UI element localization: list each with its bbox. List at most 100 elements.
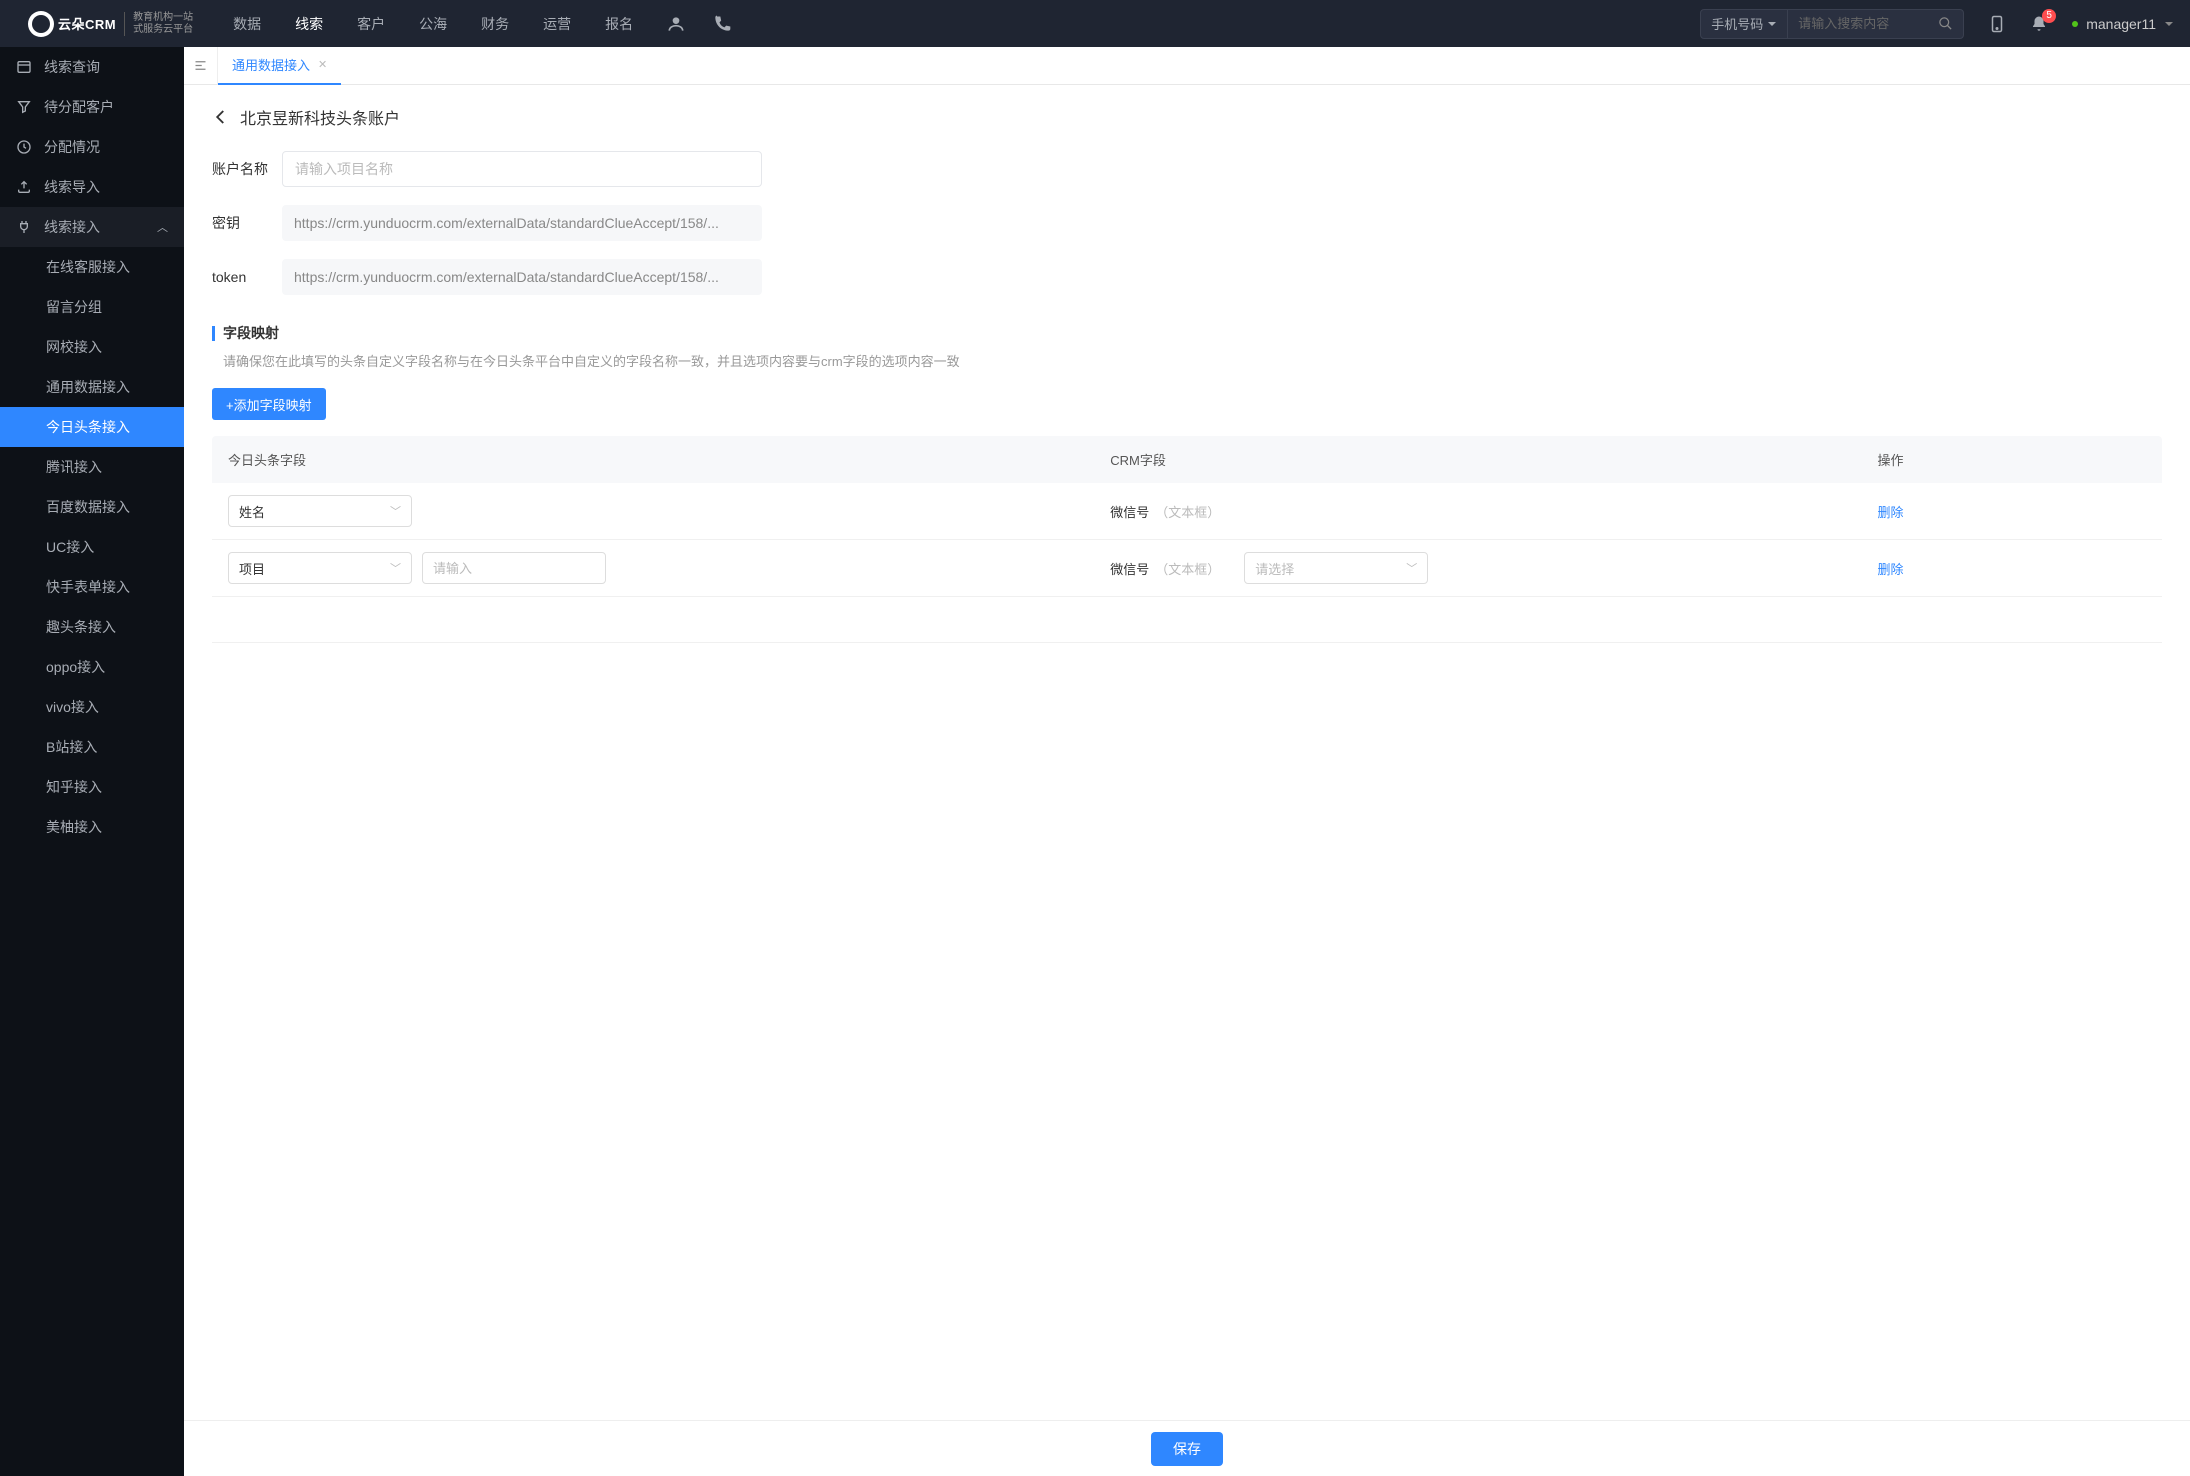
sidebar-subitem[interactable]: vivo接入 [0, 687, 184, 727]
top-nav-item[interactable]: 线索 [295, 14, 323, 34]
search-input[interactable] [1788, 16, 1928, 31]
token-label: token [212, 269, 282, 285]
crm-field-hint: （文本框） [1155, 502, 1220, 521]
sidebar-subitem[interactable]: 百度数据接入 [0, 487, 184, 527]
sidebar-subitem[interactable]: 美柚接入 [0, 807, 184, 847]
search-box: 手机号码 [1700, 9, 1964, 39]
sidebar-subitem[interactable]: 今日头条接入 [0, 407, 184, 447]
chevron-down-icon: ﹀ [390, 560, 401, 576]
collapse-sidebar-button[interactable] [184, 47, 218, 85]
notification-badge: 5 [2042, 9, 2056, 23]
form-row-account: 账户名称 [212, 151, 2162, 187]
sidebar-subitem[interactable]: 知乎接入 [0, 767, 184, 807]
mobile-icon[interactable] [1988, 15, 2006, 33]
add-mapping-button[interactable]: +添加字段映射 [212, 388, 326, 420]
sidebar-item[interactable]: 线索导入 [0, 167, 184, 207]
sidebar-item[interactable]: 分配情况 [0, 127, 184, 167]
col-header-toutiao: 今日头条字段 [228, 450, 1110, 469]
brand-tagline-line: 教育机构一站 [133, 12, 193, 24]
form-row-token: token [212, 259, 2162, 295]
sidebar-item[interactable]: 线索查询 [0, 47, 184, 87]
user-name: manager11 [2086, 16, 2156, 32]
section-head: 字段映射 [212, 323, 2162, 343]
crm-field-select[interactable]: 请选择 ﹀ [1244, 552, 1428, 584]
brand-tagline-line: 式服务云平台 [133, 24, 193, 36]
col-header-op: 操作 [1877, 450, 2146, 469]
delete-link[interactable]: 删除 [1877, 562, 1903, 577]
top-nav-item[interactable]: 客户 [357, 14, 385, 34]
toutiao-field-select[interactable]: 姓名﹀ [228, 495, 412, 527]
page-title: 北京昱新科技头条账户 [240, 105, 400, 129]
sidebar-subitem[interactable]: 留言分组 [0, 287, 184, 327]
upload-icon [16, 179, 32, 195]
user-add-icon[interactable] [665, 13, 687, 35]
sidebar-item-label: 线索查询 [44, 57, 100, 77]
sidebar-subitem[interactable]: 腾讯接入 [0, 447, 184, 487]
tab[interactable]: 通用数据接入✕ [218, 47, 341, 85]
search-icon[interactable] [1928, 16, 1963, 31]
search-filter-label: 手机号码 [1711, 14, 1763, 33]
list-icon [16, 59, 32, 75]
top-nav-item[interactable]: 公海 [419, 14, 447, 34]
sidebar-item-label: 线索导入 [44, 177, 100, 197]
footer-bar: 保存 [184, 1420, 2190, 1476]
chevron-up-icon: ︿ [157, 219, 168, 235]
toutiao-field-select[interactable]: 项目 ﹀ [228, 552, 412, 584]
search-filter-select[interactable]: 手机号码 [1701, 10, 1788, 38]
select-placeholder: 请选择 [1255, 559, 1294, 578]
section-bar [212, 326, 215, 341]
sidebar-item-label: 分配情况 [44, 137, 100, 157]
sidebar-item[interactable]: 待分配客户 [0, 87, 184, 127]
tabs-container: 通用数据接入✕ [218, 47, 341, 85]
sidebar-item-label: 线索接入 [44, 217, 100, 237]
select-value: 项目 [239, 559, 265, 578]
brand-logo: 云朵CRM 教育机构一站 式服务云平台 [28, 11, 193, 37]
phone-icon[interactable] [711, 13, 733, 35]
sidebar-item[interactable]: 线索接入 ︿ [0, 207, 184, 247]
account-name-input[interactable] [282, 151, 762, 187]
brand-name: 云朵CRM [58, 14, 116, 33]
sidebar-subitem[interactable]: 网校接入 [0, 327, 184, 367]
chevron-down-icon [1767, 19, 1777, 29]
sidebar-subitem[interactable]: B站接入 [0, 727, 184, 767]
delete-link[interactable]: 删除 [1877, 505, 1903, 520]
top-header: 云朵CRM 教育机构一站 式服务云平台 数据 线索 客户 公海 财务 运营 报名 手机号码 [0, 0, 2190, 47]
sidebar-subitem[interactable]: 在线客服接入 [0, 247, 184, 287]
sidebar-subitem[interactable]: 通用数据接入 [0, 367, 184, 407]
user-menu[interactable]: manager11 [2072, 16, 2174, 32]
token-input[interactable] [282, 259, 762, 295]
brand-tagline: 教育机构一站 式服务云平台 [133, 12, 193, 36]
crm-field-label: 微信号 [1110, 559, 1149, 578]
main: 通用数据接入✕ 北京昱新科技头条账户 账户名称 密钥 token 字段映射 [184, 47, 2190, 1476]
sidebar-subitem[interactable]: 趣头条接入 [0, 607, 184, 647]
top-nav-item[interactable]: 财务 [481, 14, 509, 34]
sidebar-subitem[interactable]: 快手表单接入 [0, 567, 184, 607]
select-value: 姓名 [239, 502, 265, 521]
table-row-empty [212, 597, 2162, 643]
status-dot [2072, 21, 2078, 27]
plug-icon [16, 219, 32, 235]
clock-icon [16, 139, 32, 155]
table-row: 姓名﹀微信号（文本框）删除 [212, 483, 2162, 540]
crm-field-hint: （文本框） [1155, 559, 1220, 578]
top-nav-item[interactable]: 数据 [233, 14, 261, 34]
save-button[interactable]: 保存 [1151, 1432, 1223, 1466]
toutiao-field-input[interactable] [422, 552, 606, 584]
content: 北京昱新科技头条账户 账户名称 密钥 token 字段映射 请确保您在此填写的头… [184, 85, 2190, 1476]
form-row-secret: 密钥 [212, 205, 2162, 241]
close-icon[interactable]: ✕ [318, 58, 327, 71]
chevron-down-icon: ﹀ [1406, 560, 1417, 576]
col-header-crm: CRM字段 [1110, 450, 1877, 469]
divider [124, 12, 125, 36]
back-icon[interactable] [212, 108, 230, 126]
top-nav-item[interactable]: 运营 [543, 14, 571, 34]
top-nav-item[interactable]: 报名 [605, 14, 633, 34]
account-label: 账户名称 [212, 159, 282, 179]
sidebar-subitem[interactable]: UC接入 [0, 527, 184, 567]
table-row: 项目 ﹀ 微信号 （文本框） 请选择 ﹀ 删除 [212, 540, 2162, 597]
bell-icon[interactable]: 5 [2030, 15, 2048, 33]
sidebar-item-label: 待分配客户 [44, 97, 114, 117]
sidebar-subitem[interactable]: oppo接入 [0, 647, 184, 687]
secret-input[interactable] [282, 205, 762, 241]
mapping-table-head: 今日头条字段 CRM字段 操作 [212, 436, 2162, 483]
